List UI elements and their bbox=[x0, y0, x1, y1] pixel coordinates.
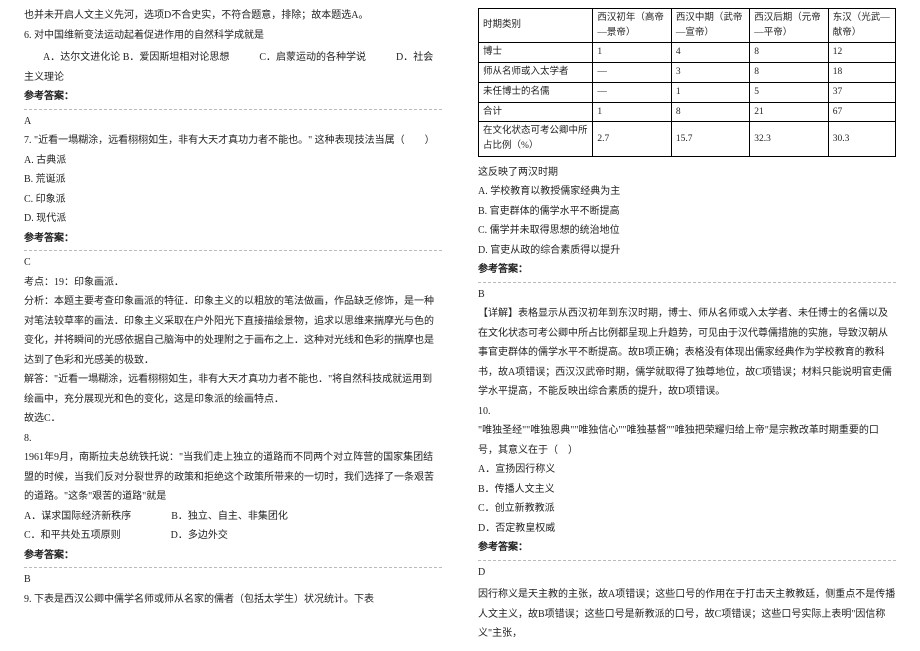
divider bbox=[24, 567, 442, 568]
q9-opt-a: A. 学校教育以教授儒家经典为主 bbox=[478, 182, 896, 202]
q9-stem: 9. 下表是西汉公卿中儒学名师或师从名家的儒者（包括太学生）状况统计。下表 bbox=[24, 590, 442, 610]
q7-answer: C bbox=[24, 253, 442, 273]
th: 西汉中期（武帝—宣帝） bbox=[671, 9, 749, 43]
q8-number: 8. bbox=[24, 429, 442, 449]
q10-opt-a: A．宣扬因行称义 bbox=[478, 460, 896, 480]
table-row: 博士 1 4 8 12 bbox=[479, 43, 896, 63]
q7-analysis-2: 解答："近看一塌糊涂，远看栩栩如生，非有大天才真功力者不能也．"将自然科技成就运… bbox=[24, 370, 442, 409]
q9-opt-c: C. 儒学并未取得思想的统治地位 bbox=[478, 221, 896, 241]
q9-answer: B bbox=[478, 285, 896, 305]
q8-answer: B bbox=[24, 570, 442, 590]
q9-opt-b: B. 官吏群体的儒学水平不断提高 bbox=[478, 202, 896, 222]
q7-kd: 考点：19：印象画派． bbox=[24, 273, 442, 293]
answer-label: 参考答案： bbox=[478, 538, 896, 558]
q10-opt-d: D．否定教皇权威 bbox=[478, 519, 896, 539]
q7-opt-b: B. 荒诞派 bbox=[24, 170, 442, 190]
q6-stem: 6. 对中国维新变法运动起着促进作用的自然科学成就是 bbox=[24, 26, 442, 46]
answer-label: 参考答案： bbox=[24, 87, 442, 107]
q10-explanation: 因行称义是天主教的主张，故A项错误；这些口号的作用在于打击天主教教廷，侧重点不是… bbox=[478, 585, 896, 644]
q10-answer: D bbox=[478, 563, 896, 583]
q9-after-table: 这反映了两汉时期 bbox=[478, 163, 896, 183]
answer-label: 参考答案： bbox=[24, 546, 442, 566]
data-table: 时期类别 西汉初年（高帝—景帝） 西汉中期（武帝—宣帝） 西汉后期（元帝—平帝）… bbox=[478, 8, 896, 157]
divider bbox=[24, 109, 442, 110]
q10-number: 10. bbox=[478, 402, 896, 422]
table-row: 在文化状态可考公卿中所占比例（%） 2.7 15.7 32.3 30.3 bbox=[479, 122, 896, 156]
th: 时期类别 bbox=[479, 9, 593, 43]
left-column: 也并未开启人文主义先河，选项D不合史实，不符合题意，排除；故本题选A。 6. 对… bbox=[0, 0, 460, 651]
table-row: 合计 1 8 21 67 bbox=[479, 102, 896, 122]
th: 西汉初年（高帝—景帝） bbox=[593, 9, 671, 43]
q7-opt-d: D. 现代派 bbox=[24, 209, 442, 229]
table-row: 时期类别 西汉初年（高帝—景帝） 西汉中期（武帝—宣帝） 西汉后期（元帝—平帝）… bbox=[479, 9, 896, 43]
divider bbox=[478, 560, 896, 561]
q8-opts-row2: C．和平共处五项原则 D．多边外交 bbox=[24, 526, 442, 546]
right-column: 时期类别 西汉初年（高帝—景帝） 西汉中期（武帝—宣帝） 西汉后期（元帝—平帝）… bbox=[460, 0, 920, 651]
q7-opt-c: C. 印象派 bbox=[24, 190, 442, 210]
divider bbox=[24, 250, 442, 251]
q7-opt-a: A. 古典派 bbox=[24, 151, 442, 171]
intro-text: 也并未开启人文主义先河，选项D不合史实，不符合题意，排除；故本题选A。 bbox=[24, 6, 442, 26]
q7-analysis-1: 分析：本题主要考查印象画派的特征．印象主义的以粗放的笔法做画，作品缺乏修饰，是一… bbox=[24, 292, 442, 370]
q9-explanation: 【详解】表格显示从西汉初年到东汉时期，博士、师从名师或入太学者、未任博士的名儒以… bbox=[478, 304, 896, 402]
q8-opts-row1: A．谋求国际经济新秩序 B．独立、自主、非集团化 bbox=[24, 507, 442, 527]
q7-stem: 7. "近看一塌糊涂，远看栩栩如生，非有大天才真功力者不能也。" 这种表现技法当… bbox=[24, 131, 442, 151]
answer-label: 参考答案： bbox=[478, 260, 896, 280]
q7-analysis-3: 故选C． bbox=[24, 409, 442, 429]
th: 东汉（光武—献帝） bbox=[828, 9, 895, 43]
q10-opt-c: C．创立新教教派 bbox=[478, 499, 896, 519]
table-row: 未任博士的名儒 — 1 5 37 bbox=[479, 82, 896, 102]
table-row: 师从名师或入太学者 — 3 8 18 bbox=[479, 63, 896, 83]
q6-options: A．达尔文进化论 B．爱因斯坦相对论思想 C．启蒙运动的各种学说 D．社会主义理… bbox=[24, 48, 442, 87]
q8-stem: 1961年9月，南斯拉夫总统铁托说："当我们走上独立的道路而不同两个对立阵营的国… bbox=[24, 448, 442, 507]
q6-answer: A bbox=[24, 112, 442, 132]
divider bbox=[478, 282, 896, 283]
q9-opt-d: D. 官吏从政的综合素质得以提升 bbox=[478, 241, 896, 261]
q10-opt-b: B．传播人文主义 bbox=[478, 480, 896, 500]
th: 西汉后期（元帝—平帝） bbox=[750, 9, 828, 43]
q10-stem: "唯独圣经""唯独恩典""唯独信心""唯独基督""唯独把荣耀归给上帝"是宗教改革… bbox=[478, 421, 896, 460]
answer-label: 参考答案： bbox=[24, 229, 442, 249]
